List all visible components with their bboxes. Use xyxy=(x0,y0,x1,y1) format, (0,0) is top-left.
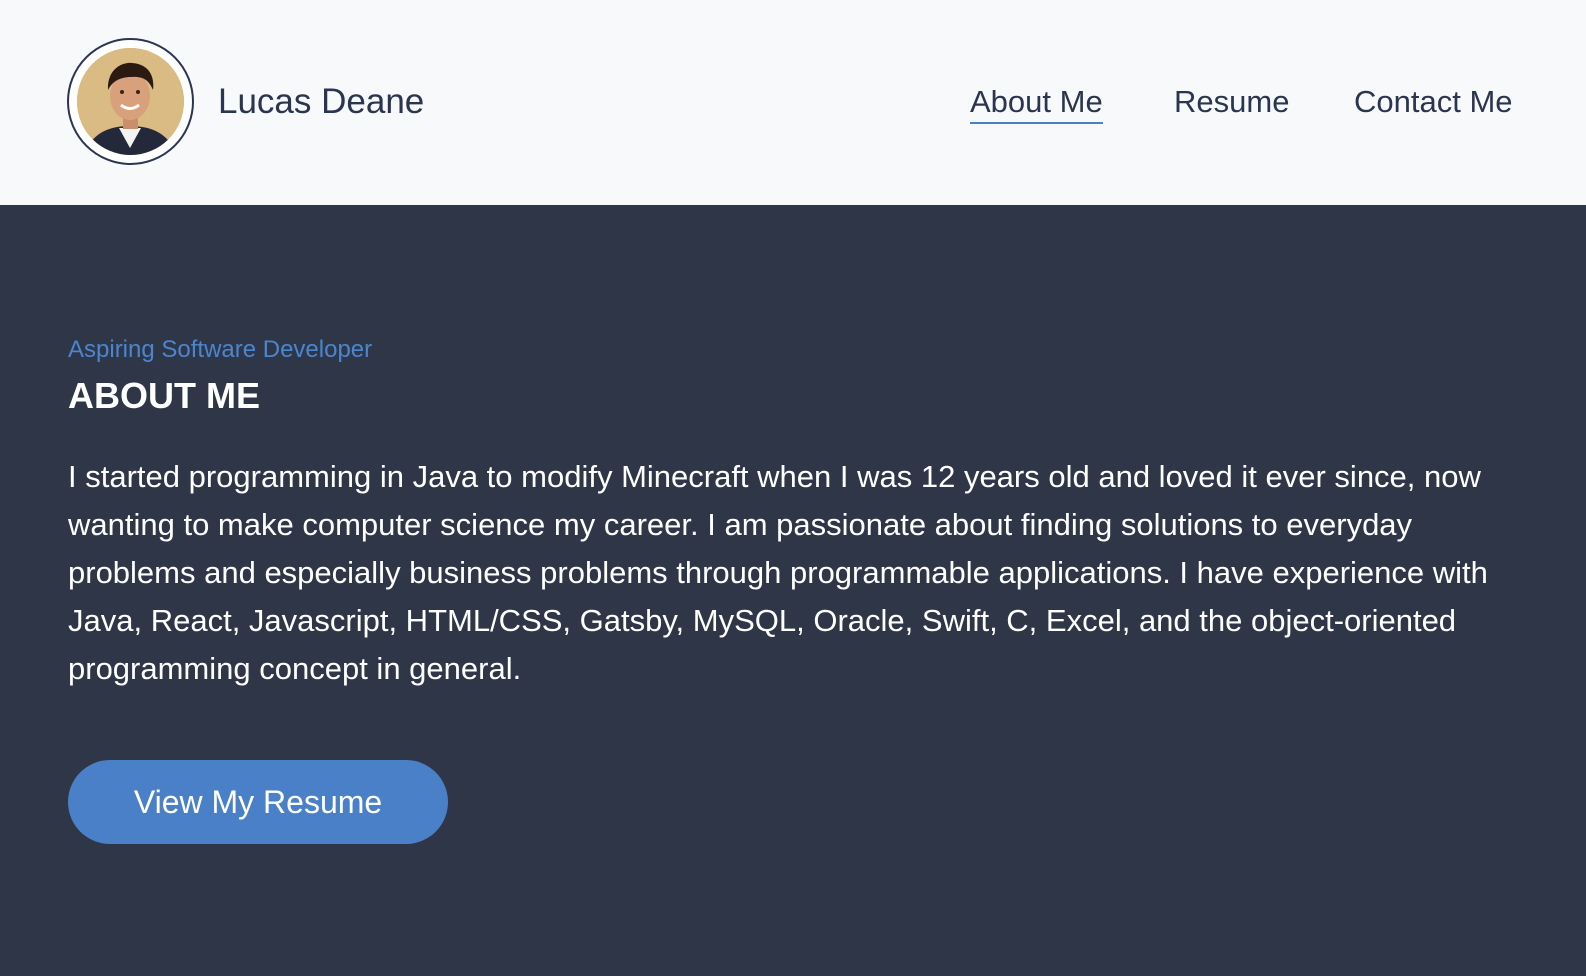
site-header: Lucas Deane About Me Resume Contact Me xyxy=(0,0,1586,205)
nav-contact-me[interactable]: Contact Me xyxy=(1354,82,1513,122)
person-icon xyxy=(77,48,184,155)
about-section: Aspiring Software Developer ABOUT ME I s… xyxy=(0,205,1586,976)
about-subtitle: Aspiring Software Developer xyxy=(68,336,373,363)
profile-photo xyxy=(77,48,184,155)
about-title: ABOUT ME xyxy=(68,375,260,416)
nav-resume[interactable]: Resume xyxy=(1174,82,1289,122)
about-body: I started programming in Java to modify … xyxy=(68,459,1488,686)
nav-about-me[interactable]: About Me xyxy=(970,82,1103,124)
site-name[interactable]: Lucas Deane xyxy=(218,82,424,122)
view-resume-button[interactable]: View My Resume xyxy=(68,760,448,844)
avatar[interactable] xyxy=(67,38,194,165)
